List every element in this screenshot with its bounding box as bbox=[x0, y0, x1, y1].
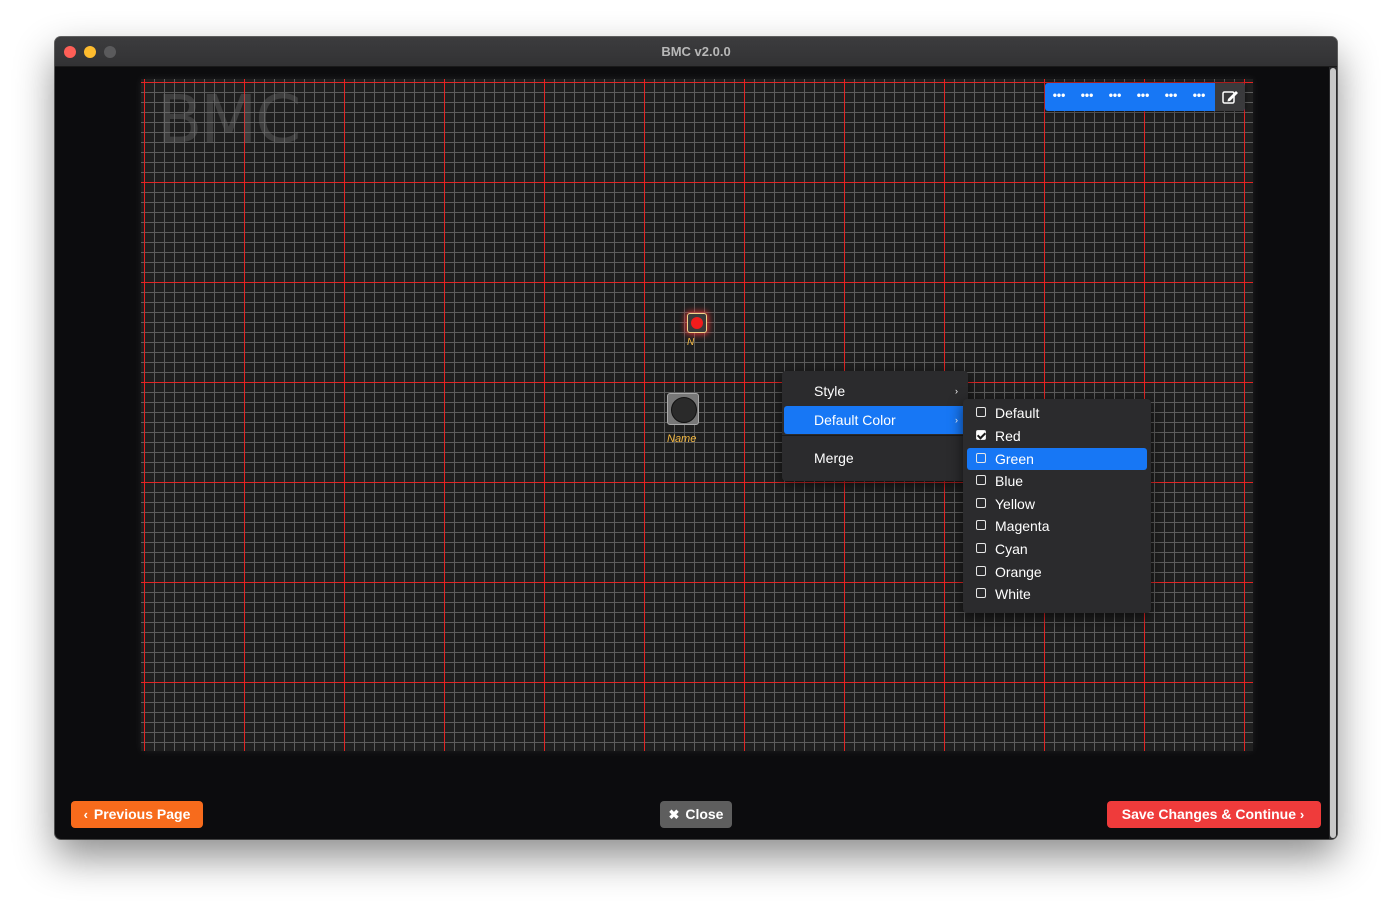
save-continue-label: Save Changes & Continue bbox=[1121, 806, 1297, 822]
color-option-label: Green bbox=[995, 451, 1034, 467]
led-node-label: N bbox=[687, 337, 695, 348]
color-option-label: Yellow bbox=[995, 496, 1035, 512]
menu-separator bbox=[782, 435, 968, 436]
color-option-label: Orange bbox=[995, 564, 1042, 580]
toolbar-dots-button-2[interactable]: ••• bbox=[1073, 83, 1101, 111]
checkbox-icon bbox=[976, 588, 986, 598]
checkbox-icon bbox=[976, 566, 986, 576]
color-option-label: Magenta bbox=[995, 518, 1050, 534]
chevron-left-icon: ‹ bbox=[83, 807, 88, 822]
checkbox-icon bbox=[976, 407, 986, 417]
canvas-toolbar: ••• ••• ••• ••• ••• ••• bbox=[1045, 83, 1245, 111]
color-option-blue[interactable]: Blue bbox=[967, 470, 1147, 492]
previous-page-button[interactable]: ‹ Previous Page bbox=[71, 801, 203, 828]
led-node[interactable] bbox=[687, 313, 707, 333]
context-menu: Style › Default Color › Merge bbox=[782, 371, 968, 481]
color-option-green[interactable]: Green bbox=[967, 448, 1147, 470]
led-dot bbox=[691, 317, 703, 329]
color-option-label: Red bbox=[995, 428, 1021, 444]
toolbar-dots-button-6[interactable]: ••• bbox=[1185, 83, 1213, 111]
toolbar-dots-button-5[interactable]: ••• bbox=[1157, 83, 1185, 111]
previous-page-label: Previous Page bbox=[93, 806, 191, 822]
chevron-right-icon: › bbox=[1299, 807, 1305, 822]
color-option-red[interactable]: Red bbox=[967, 425, 1147, 447]
title-bar: BMC v2.0.0 bbox=[55, 37, 1337, 67]
chevron-right-icon: › bbox=[955, 386, 958, 396]
button-cap bbox=[671, 397, 697, 423]
color-option-orange[interactable]: Orange bbox=[967, 561, 1147, 583]
color-option-cyan[interactable]: Cyan bbox=[967, 538, 1147, 560]
button-node[interactable] bbox=[667, 393, 699, 425]
toolbar-dots-button-1[interactable]: ••• bbox=[1045, 83, 1073, 111]
toolbar-dots-button-3[interactable]: ••• bbox=[1101, 83, 1129, 111]
checkbox-icon bbox=[976, 543, 986, 553]
close-label: Close bbox=[685, 806, 724, 822]
close-button[interactable]: ✖ Close bbox=[660, 801, 732, 828]
save-continue-button[interactable]: Save Changes & Continue › bbox=[1107, 801, 1321, 828]
checkbox-icon bbox=[976, 453, 986, 463]
bmc-watermark: BMC bbox=[157, 81, 301, 158]
color-option-label: Blue bbox=[995, 473, 1024, 489]
color-submenu: Default Red Green Blue Yellow Magenta Cy… bbox=[963, 399, 1151, 613]
color-option-white[interactable]: White bbox=[967, 583, 1147, 605]
window-title: BMC v2.0.0 bbox=[661, 44, 731, 59]
color-option-yellow[interactable]: Yellow bbox=[967, 493, 1147, 515]
color-option-magenta[interactable]: Magenta bbox=[967, 515, 1147, 537]
edit-button[interactable] bbox=[1215, 83, 1245, 111]
checkbox-icon bbox=[976, 520, 986, 530]
app-window: BMC v2.0.0 BMC ••• ••• ••• ••• ••• ••• N bbox=[55, 37, 1337, 839]
edit-icon bbox=[1222, 91, 1238, 104]
menu-item-default-color[interactable]: Default Color › bbox=[784, 406, 966, 434]
checkbox-icon bbox=[976, 475, 986, 485]
toolbar-dots-button-4[interactable]: ••• bbox=[1129, 83, 1157, 111]
chevron-right-icon: › bbox=[955, 415, 958, 425]
grid-canvas[interactable]: BMC ••• ••• ••• ••• ••• ••• N Name Style… bbox=[141, 79, 1253, 751]
menu-item-label: Default Color bbox=[814, 412, 896, 428]
color-option-label: Default bbox=[995, 405, 1040, 421]
color-option-label: Cyan bbox=[995, 541, 1028, 557]
menu-item-style[interactable]: Style › bbox=[784, 377, 966, 405]
close-icon: ✖ bbox=[668, 807, 680, 822]
menu-item-label: Merge bbox=[814, 450, 854, 466]
checkbox-icon bbox=[976, 498, 986, 508]
button-node-label: Name bbox=[667, 433, 697, 445]
scrollbar-thumb[interactable] bbox=[1330, 68, 1336, 838]
color-option-label: White bbox=[995, 586, 1031, 602]
menu-item-merge[interactable]: Merge bbox=[784, 444, 966, 472]
checkbox-checked-icon bbox=[976, 430, 986, 440]
color-option-default[interactable]: Default bbox=[967, 402, 1147, 424]
menu-item-label: Style bbox=[814, 383, 846, 399]
